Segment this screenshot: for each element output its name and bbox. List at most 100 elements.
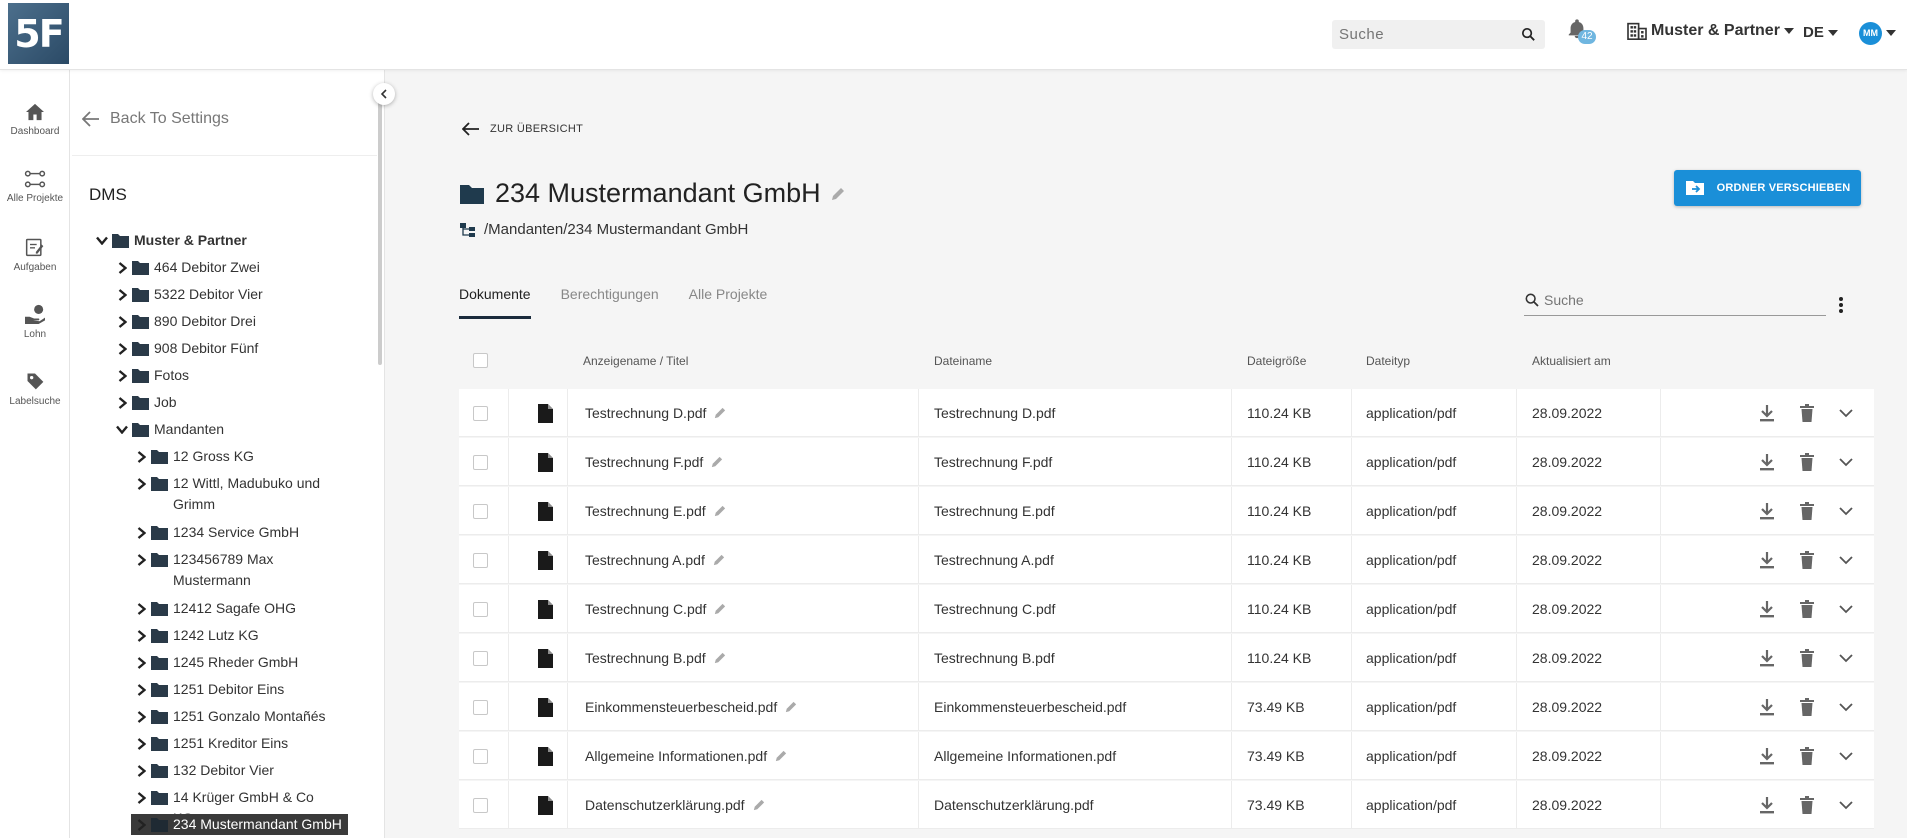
row-checkbox[interactable] [473,699,488,715]
tree-item[interactable]: 1251 Debitor Eins [131,679,284,700]
chevron-down-icon[interactable] [1839,702,1853,712]
chevron-down-icon[interactable] [1839,506,1853,516]
tree-item[interactable]: 1251 Kreditor Eins [131,733,288,754]
table-row[interactable]: Testrechnung A.pdf Testrechnung A.pdf 110.… [459,536,1874,584]
row-download-button[interactable] [1759,781,1775,829]
trash-icon[interactable] [1800,600,1814,618]
edit-pencil-icon[interactable] [713,554,725,566]
download-icon[interactable] [1759,404,1775,422]
move-folder-button[interactable]: ORDNER VERSCHIEBEN [1674,170,1861,206]
tree-item[interactable]: 12 Gross KG [131,446,254,467]
download-icon[interactable] [1759,502,1775,520]
document-search-input[interactable] [1544,292,1814,308]
tab-dokumente[interactable]: Dokumente [459,286,531,319]
row-checkbox[interactable] [473,503,488,519]
row-expand-button[interactable] [1839,487,1853,535]
row-expand-button[interactable] [1839,585,1853,633]
tree-toggle[interactable] [131,446,151,467]
edit-pencil-icon[interactable] [714,652,726,664]
tree-item[interactable]: Fotos [112,365,189,386]
edit-pencil-icon[interactable] [711,456,723,468]
row-expand-button[interactable] [1839,536,1853,584]
row-edit[interactable] [753,799,765,811]
row-title[interactable]: Testrechnung D.pdf [585,405,706,421]
row-title[interactable]: Allgemeine Informationen.pdf [585,748,767,764]
download-icon[interactable] [1759,453,1775,471]
edit-pencil-icon[interactable] [775,750,787,762]
tab-alle-projekte[interactable]: Alle Projekte [689,286,768,319]
row-delete-button[interactable] [1800,389,1814,437]
edit-pencil-icon[interactable] [714,505,726,517]
sidebar-scrollbar[interactable] [378,100,382,365]
document-search[interactable] [1524,285,1826,316]
tree-item[interactable]: 132 Debitor Vier [131,760,274,781]
row-delete-button[interactable] [1800,487,1814,535]
tree-item[interactable]: 12 Wittl, Madubuko und Grimm [131,473,333,515]
tab-berechtigungen[interactable]: Berechtigungen [561,286,659,319]
collapse-sidebar-button[interactable] [373,83,395,105]
tree-toggle[interactable] [112,365,132,386]
tree-toggle[interactable] [131,787,151,808]
download-icon[interactable] [1759,649,1775,667]
tree-toggle[interactable] [112,284,132,305]
tree-toggle[interactable] [131,760,151,781]
row-title[interactable]: Testrechnung E.pdf [585,503,706,519]
tree-item[interactable]: 123456789 Max Mustermann [131,549,333,591]
global-search[interactable] [1332,20,1545,49]
column-header-title[interactable]: Anzeigename / Titel [583,354,688,368]
row-expand-button[interactable] [1839,389,1853,437]
tree-item[interactable]: 1234 Service GmbH [131,522,299,543]
tree-toggle[interactable] [131,814,151,835]
nav-dashboard[interactable]: Dashboard [0,103,70,137]
row-delete-button[interactable] [1800,438,1814,486]
row-title[interactable]: Datenschutzerklärung.pdf [585,797,745,813]
tree-item[interactable]: 908 Debitor Fünf [112,338,258,359]
chevron-down-icon[interactable] [1839,408,1853,418]
row-edit[interactable] [714,505,726,517]
row-edit[interactable] [775,750,787,762]
row-checkbox[interactable] [473,748,488,764]
chevron-down-icon[interactable] [1839,604,1853,614]
row-checkbox[interactable] [473,552,488,568]
tree-toggle[interactable] [112,338,132,359]
edit-pencil-icon[interactable] [714,407,726,419]
trash-icon[interactable] [1800,502,1814,520]
edit-pencil-icon[interactable] [753,799,765,811]
edit-pencil-icon[interactable] [714,603,726,615]
row-delete-button[interactable] [1800,634,1814,682]
select-all-checkbox[interactable] [473,353,488,368]
tree-toggle[interactable] [131,522,151,543]
nav-alle-projekte[interactable]: Alle Projekte [0,170,70,204]
row-title[interactable]: Testrechnung F.pdf [585,454,703,470]
tree-toggle[interactable] [92,230,112,251]
tree-item[interactable]: 5322 Debitor Vier [112,284,263,305]
nav-aufgaben[interactable]: Aufgaben [0,237,70,273]
column-header-size[interactable]: Dateigröße [1247,354,1306,368]
caret-down-icon[interactable] [1886,30,1896,36]
row-delete-button[interactable] [1800,781,1814,829]
row-delete-button[interactable] [1800,585,1814,633]
row-edit[interactable] [785,701,797,713]
tree-toggle[interactable] [131,549,151,570]
row-delete-button[interactable] [1800,536,1814,584]
language-switcher[interactable]: DE [1803,24,1838,41]
notifications-button[interactable]: 42 [1566,17,1596,47]
row-expand-button[interactable] [1839,732,1853,780]
tree-item[interactable]: 464 Debitor Zwei [112,257,260,278]
table-row[interactable]: Einkommensteuerbescheid.pdf Einkommensteu… [459,683,1874,731]
download-icon[interactable] [1759,747,1775,765]
table-row[interactable]: Datenschutzerklärung.pdf Datenschutzerklä… [459,781,1874,829]
row-download-button[interactable] [1759,634,1775,682]
trash-icon[interactable] [1800,649,1814,667]
back-to-overview-link[interactable]: ZUR ÜBERSICHT [462,122,583,136]
download-icon[interactable] [1759,698,1775,716]
row-download-button[interactable] [1759,585,1775,633]
back-to-settings-link[interactable]: Back To Settings [82,110,229,128]
edit-pencil-icon[interactable] [785,701,797,713]
tree-item[interactable]: 890 Debitor Drei [112,311,256,332]
row-download-button[interactable] [1759,732,1775,780]
more-options-icon[interactable] [1838,296,1844,314]
chevron-down-icon[interactable] [1839,457,1853,467]
table-row[interactable]: Allgemeine Informationen.pdf Allgemeine I… [459,732,1874,780]
trash-icon[interactable] [1800,747,1814,765]
